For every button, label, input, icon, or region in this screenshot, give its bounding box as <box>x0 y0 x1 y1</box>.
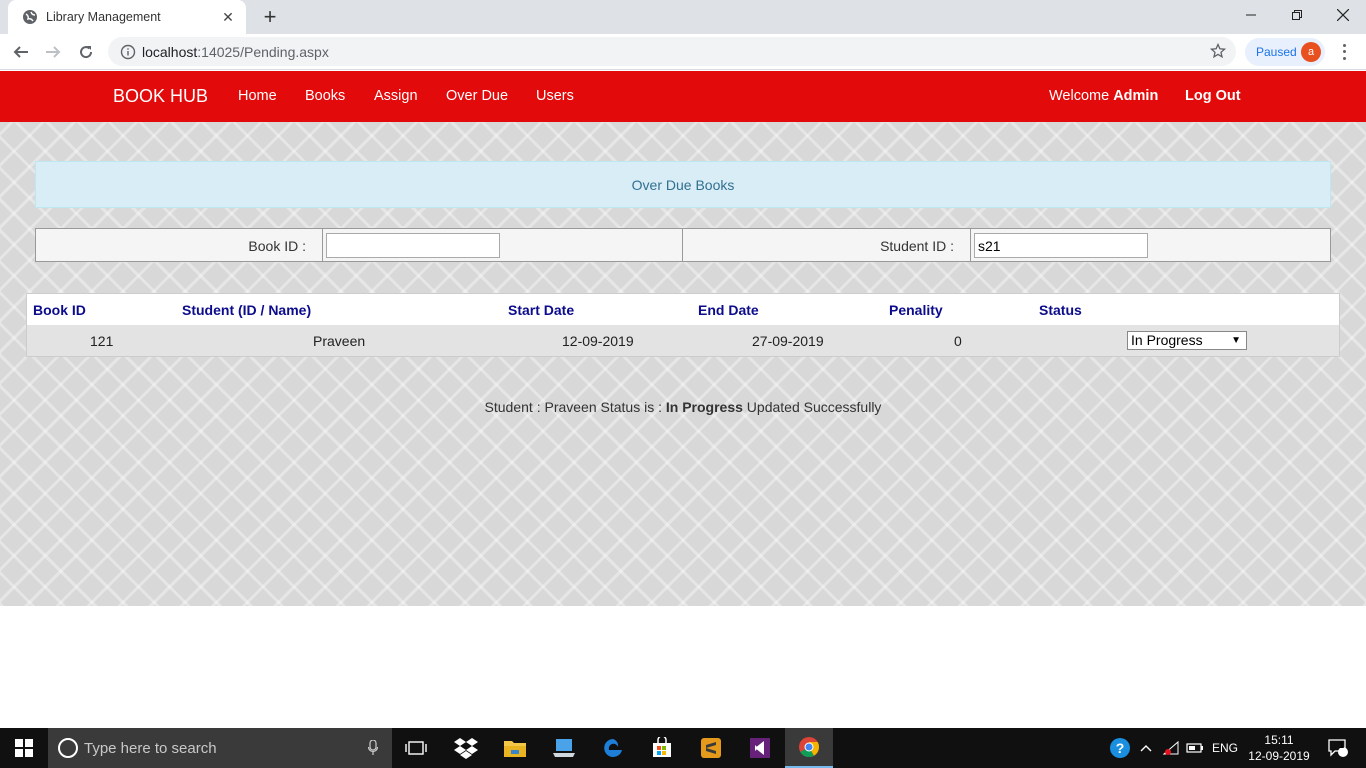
edge-icon[interactable] <box>589 728 637 768</box>
nav-assign[interactable]: Assign <box>374 88 418 104</box>
status-select-value: In Progress <box>1131 332 1203 348</box>
nav-books[interactable]: Books <box>305 88 345 104</box>
header-penality[interactable]: Penality <box>889 302 943 318</box>
welcome-text: Welcome Admin <box>1049 88 1158 104</box>
address-bar[interactable]: localhost:14025/Pending.aspx <box>108 37 1236 66</box>
browser-tab-strip: Library Management ✕ + <box>0 0 1366 34</box>
sublime-text-icon[interactable] <box>687 728 735 768</box>
dropdown-arrow-icon: ▼ <box>1231 335 1241 346</box>
dropbox-icon[interactable] <box>442 728 490 768</box>
taskbar-search-box[interactable]: Type here to search <box>48 728 392 768</box>
windows-taskbar: Type here to search ? ENG 15:11 12-09-20… <box>0 728 1366 768</box>
bookmark-star-icon[interactable] <box>1209 42 1227 59</box>
overdue-table: Book ID Student (ID / Name) Start Date E… <box>26 293 1340 357</box>
action-center-icon[interactable]: 1 <box>1318 728 1358 768</box>
book-id-input[interactable] <box>326 233 500 258</box>
book-id-label-cell: Book ID : <box>36 229 323 261</box>
student-id-label-cell: Student ID : <box>683 229 971 261</box>
page-body: BOOK HUB Home Books Assign Over Due User… <box>0 71 1366 606</box>
header-start-date[interactable]: Start Date <box>508 302 574 318</box>
cell-end-date: 27-09-2019 <box>752 333 824 349</box>
welcome-prefix: Welcome <box>1049 88 1110 104</box>
page-title: Over Due Books <box>35 161 1331 208</box>
battery-icon[interactable] <box>1186 728 1204 768</box>
visual-studio-icon[interactable] <box>736 728 784 768</box>
header-book-id[interactable]: Book ID <box>33 302 86 318</box>
close-window-icon[interactable] <box>1320 0 1366 30</box>
cell-penality: 0 <box>954 333 962 349</box>
network-disconnected-icon[interactable] <box>1162 728 1180 768</box>
globe-icon <box>22 9 38 25</box>
forward-arrow-icon[interactable] <box>41 40 65 64</box>
filter-panel: Book ID : Student ID : <box>35 228 1331 262</box>
cortana-icon <box>58 738 78 758</box>
laptop-app-icon[interactable] <box>540 728 588 768</box>
logout-link[interactable]: Log Out <box>1185 88 1241 104</box>
header-student[interactable]: Student (ID / Name) <box>182 302 311 318</box>
close-tab-icon[interactable]: ✕ <box>220 9 236 25</box>
header-end-date[interactable]: End Date <box>698 302 759 318</box>
top-navbar: BOOK HUB Home Books Assign Over Due User… <box>0 71 1366 122</box>
url-path: :14025/Pending.aspx <box>197 43 329 60</box>
cell-start-date: 12-09-2019 <box>562 333 634 349</box>
info-icon[interactable] <box>120 44 136 60</box>
language-indicator[interactable]: ENG <box>1212 728 1238 768</box>
help-icon[interactable]: ? <box>1108 728 1132 768</box>
browser-menu-icon[interactable] <box>1338 42 1350 62</box>
search-placeholder: Type here to search <box>84 739 217 757</box>
cell-student: Praveen <box>313 333 366 349</box>
status-select[interactable]: In Progress ▼ <box>1127 331 1247 350</box>
url-host: localhost <box>142 43 198 60</box>
back-arrow-icon[interactable] <box>9 40 33 64</box>
welcome-user: Admin <box>1113 88 1159 104</box>
reload-icon[interactable] <box>74 40 98 64</box>
windows-start-icon[interactable] <box>0 728 48 768</box>
cell-book-id: 121 <box>90 333 114 349</box>
profile-paused-button[interactable]: Paused a <box>1245 38 1325 66</box>
notification-count: 1 <box>1339 740 1345 750</box>
browser-toolbar: localhost:14025/Pending.aspx Paused a <box>0 34 1366 70</box>
clock-date: 12-09-2019 <box>1248 749 1310 763</box>
book-id-input-cell <box>323 229 683 261</box>
restore-icon[interactable] <box>1274 0 1320 30</box>
store-icon[interactable] <box>638 728 686 768</box>
new-tab-button[interactable]: + <box>258 4 282 29</box>
table-row: 121 Praveen 12-09-2019 27-09-2019 0 In P… <box>27 325 1339 356</box>
show-hidden-icons-chevron-icon[interactable] <box>1140 728 1152 768</box>
student-id-label: Student ID : <box>880 238 954 254</box>
task-view-icon[interactable] <box>392 728 440 768</box>
svg-text:?: ? <box>1116 740 1125 756</box>
clock-time: 15:11 <box>1264 733 1294 747</box>
file-explorer-icon[interactable] <box>491 728 539 768</box>
system-clock[interactable]: 15:11 12-09-2019 <box>1248 732 1310 764</box>
message-suffix: Updated Successfully <box>746 399 882 415</box>
url-text: localhost:14025/Pending.aspx <box>142 44 329 60</box>
minimize-icon[interactable] <box>1228 0 1274 30</box>
student-id-input[interactable] <box>974 233 1148 258</box>
student-id-input-cell <box>971 229 1330 261</box>
book-id-label: Book ID : <box>248 238 306 254</box>
message-status: In Progress <box>665 399 743 415</box>
browser-tab[interactable]: Library Management ✕ <box>8 0 246 34</box>
chrome-icon[interactable] <box>785 728 833 768</box>
header-status[interactable]: Status <box>1039 302 1082 318</box>
message-prefix: Student : Praveen Status is : <box>484 399 662 415</box>
table-header: Book ID Student (ID / Name) Start Date E… <box>27 294 1339 325</box>
status-message: Student : Praveen Status is : In Progres… <box>0 399 1366 415</box>
tab-title: Library Management <box>46 10 161 24</box>
nav-over-due[interactable]: Over Due <box>446 88 508 104</box>
nav-home[interactable]: Home <box>238 88 277 104</box>
avatar: a <box>1301 42 1321 62</box>
nav-users[interactable]: Users <box>536 88 574 104</box>
brand-logo[interactable]: BOOK HUB <box>113 86 208 107</box>
microphone-icon[interactable] <box>367 739 379 756</box>
profile-status: Paused <box>1256 45 1297 59</box>
